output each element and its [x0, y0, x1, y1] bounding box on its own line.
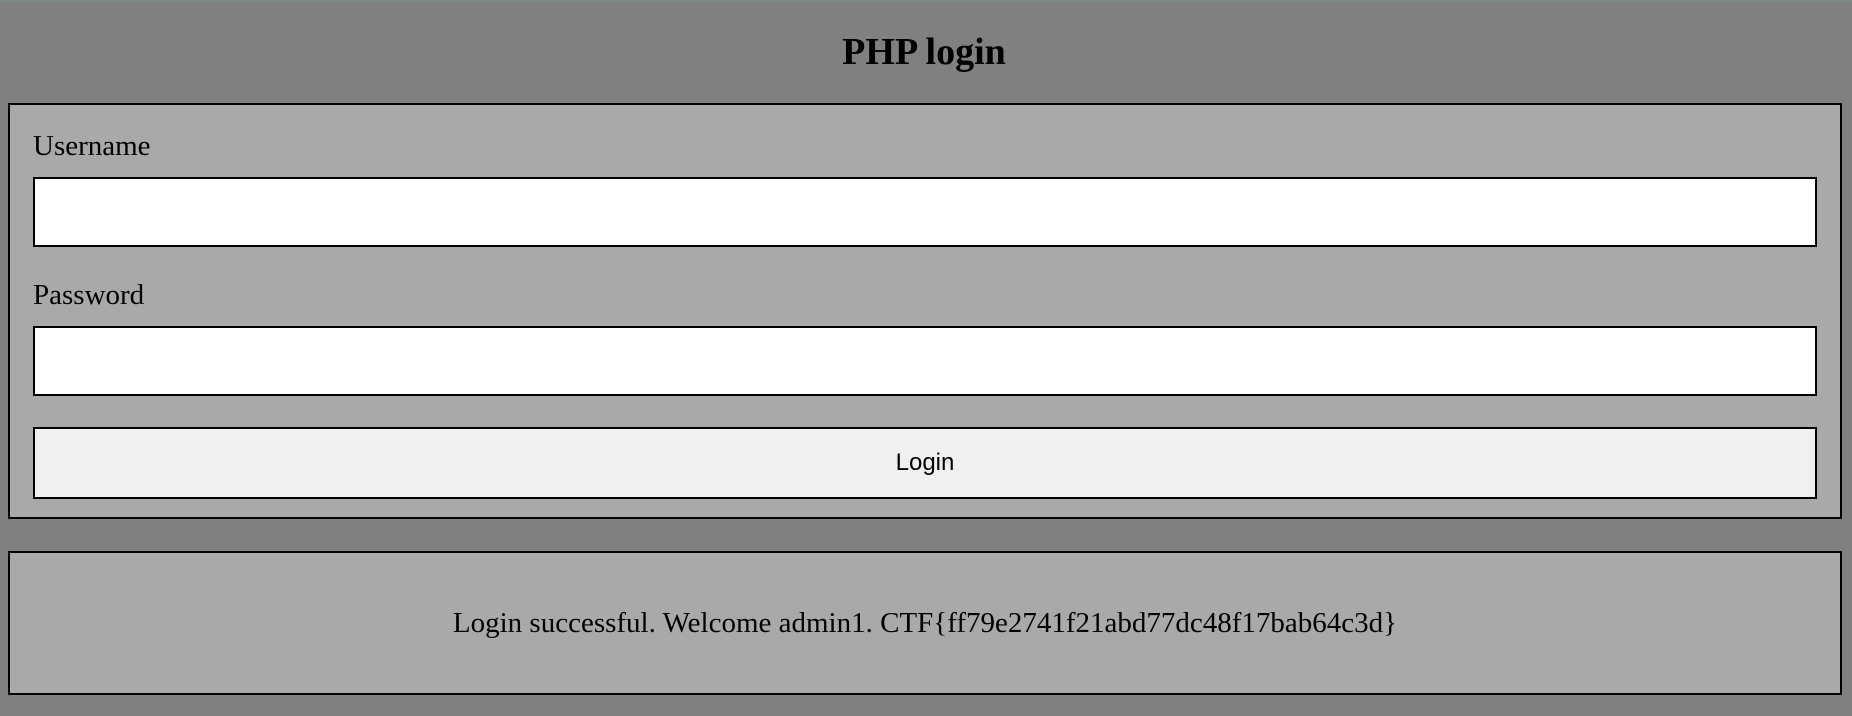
- password-input[interactable]: [33, 326, 1817, 396]
- username-label: Username: [33, 130, 151, 162]
- page-title: PHP login: [842, 31, 1006, 73]
- login-status-message: Login successful. Welcome admin1. CTF{ff…: [452, 607, 1398, 639]
- username-input[interactable]: [33, 177, 1817, 247]
- message-panel: Login successful. Welcome admin1. CTF{ff…: [8, 551, 1842, 695]
- password-label: Password: [33, 279, 145, 311]
- login-button[interactable]: Login: [33, 427, 1817, 499]
- login-form: Username Password Login: [8, 103, 1842, 519]
